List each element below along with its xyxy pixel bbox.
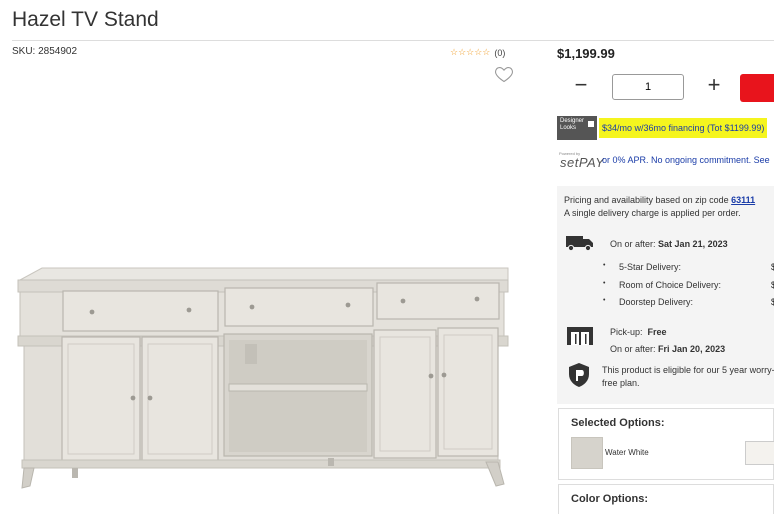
quantity-increase-button[interactable]: + <box>702 72 726 98</box>
zip-code-prefix: Pricing and availability based on zip co… <box>564 195 732 205</box>
wishlist-heart-icon[interactable] <box>494 64 514 84</box>
financing-offer[interactable]: $34/mo w/36mo financing (Tot $1199.99) <box>599 118 768 138</box>
color-options-panel: Color Options: <box>558 484 774 514</box>
zip-code-line: Pricing and availability based on zip co… <box>564 195 755 205</box>
color-options-title: Color Options: <box>571 493 648 505</box>
setpay-logo: setPAY <box>560 155 605 170</box>
pickup-date-line: On or after: Fri Jan 20, 2023 <box>610 344 725 354</box>
pickup-on-after-label: On or after: <box>610 344 656 354</box>
add-to-cart-button[interactable] <box>740 74 774 102</box>
delivery-option-label: Room of Choice Delivery: <box>619 280 722 290</box>
product-price: $1,199.99 <box>557 46 615 61</box>
rating-stars: ☆☆☆☆☆ <box>450 47 491 57</box>
delivery-charge-note: A single delivery charge is applied per … <box>564 208 741 218</box>
pickup-label: Pick-up: <box>610 327 643 337</box>
quantity-input[interactable] <box>612 74 684 100</box>
delivery-option-label: 5-Star Delivery: <box>619 262 682 272</box>
delivery-option-label: Doorstep Delivery: <box>619 297 694 307</box>
selected-options-panel: Selected Options: Water White <box>558 408 774 480</box>
store-pickup-icon <box>567 327 593 345</box>
sku-label: SKU: 2854902 <box>12 46 78 57</box>
zip-code-link[interactable]: 63111 <box>731 195 755 205</box>
warranty-shield-icon <box>569 363 589 387</box>
card-icon <box>588 121 594 127</box>
rating[interactable]: ☆☆☆☆☆ (0) <box>450 47 505 58</box>
product-image <box>17 267 509 489</box>
selected-option-label: Water White <box>605 448 649 457</box>
page-title: Hazel TV Stand <box>12 8 159 31</box>
title-divider <box>12 40 774 41</box>
pickup-price: Free <box>647 327 667 337</box>
delivery-on-after-label: On or after: <box>610 239 656 249</box>
delivery-option-room-of-choice: Room of Choice Delivery: <box>603 280 721 290</box>
option-thumbnail[interactable] <box>745 441 774 465</box>
pickup-date: Fri Jan 20, 2023 <box>658 344 726 354</box>
designer-looks-logo-text: Designer Looks <box>560 118 585 131</box>
review-count[interactable]: (0) <box>494 48 505 58</box>
pickup-line: Pick-up: Free <box>610 327 667 337</box>
delivery-option-doorstep: Doorstep Delivery: <box>603 297 693 307</box>
delivery-date: Sat Jan 21, 2023 <box>658 239 728 249</box>
setpay-apr-text[interactable]: or 0% APR. No ongoing commitment. See <box>602 155 770 165</box>
selected-options-title: Selected Options: <box>571 417 665 429</box>
designer-looks-logo: Designer Looks <box>557 116 597 140</box>
availability-panel: Pricing and availability based on zip co… <box>557 186 774 404</box>
delivery-truck-icon <box>566 236 593 251</box>
delivery-date-line: On or after: Sat Jan 21, 2023 <box>610 239 728 249</box>
delivery-option-5-star: 5-Star Delivery: <box>603 262 681 272</box>
quantity-decrease-button[interactable]: − <box>570 74 592 98</box>
water-white-swatch[interactable] <box>571 437 603 469</box>
warranty-text: This product is eligible for our 5 year … <box>602 365 774 388</box>
